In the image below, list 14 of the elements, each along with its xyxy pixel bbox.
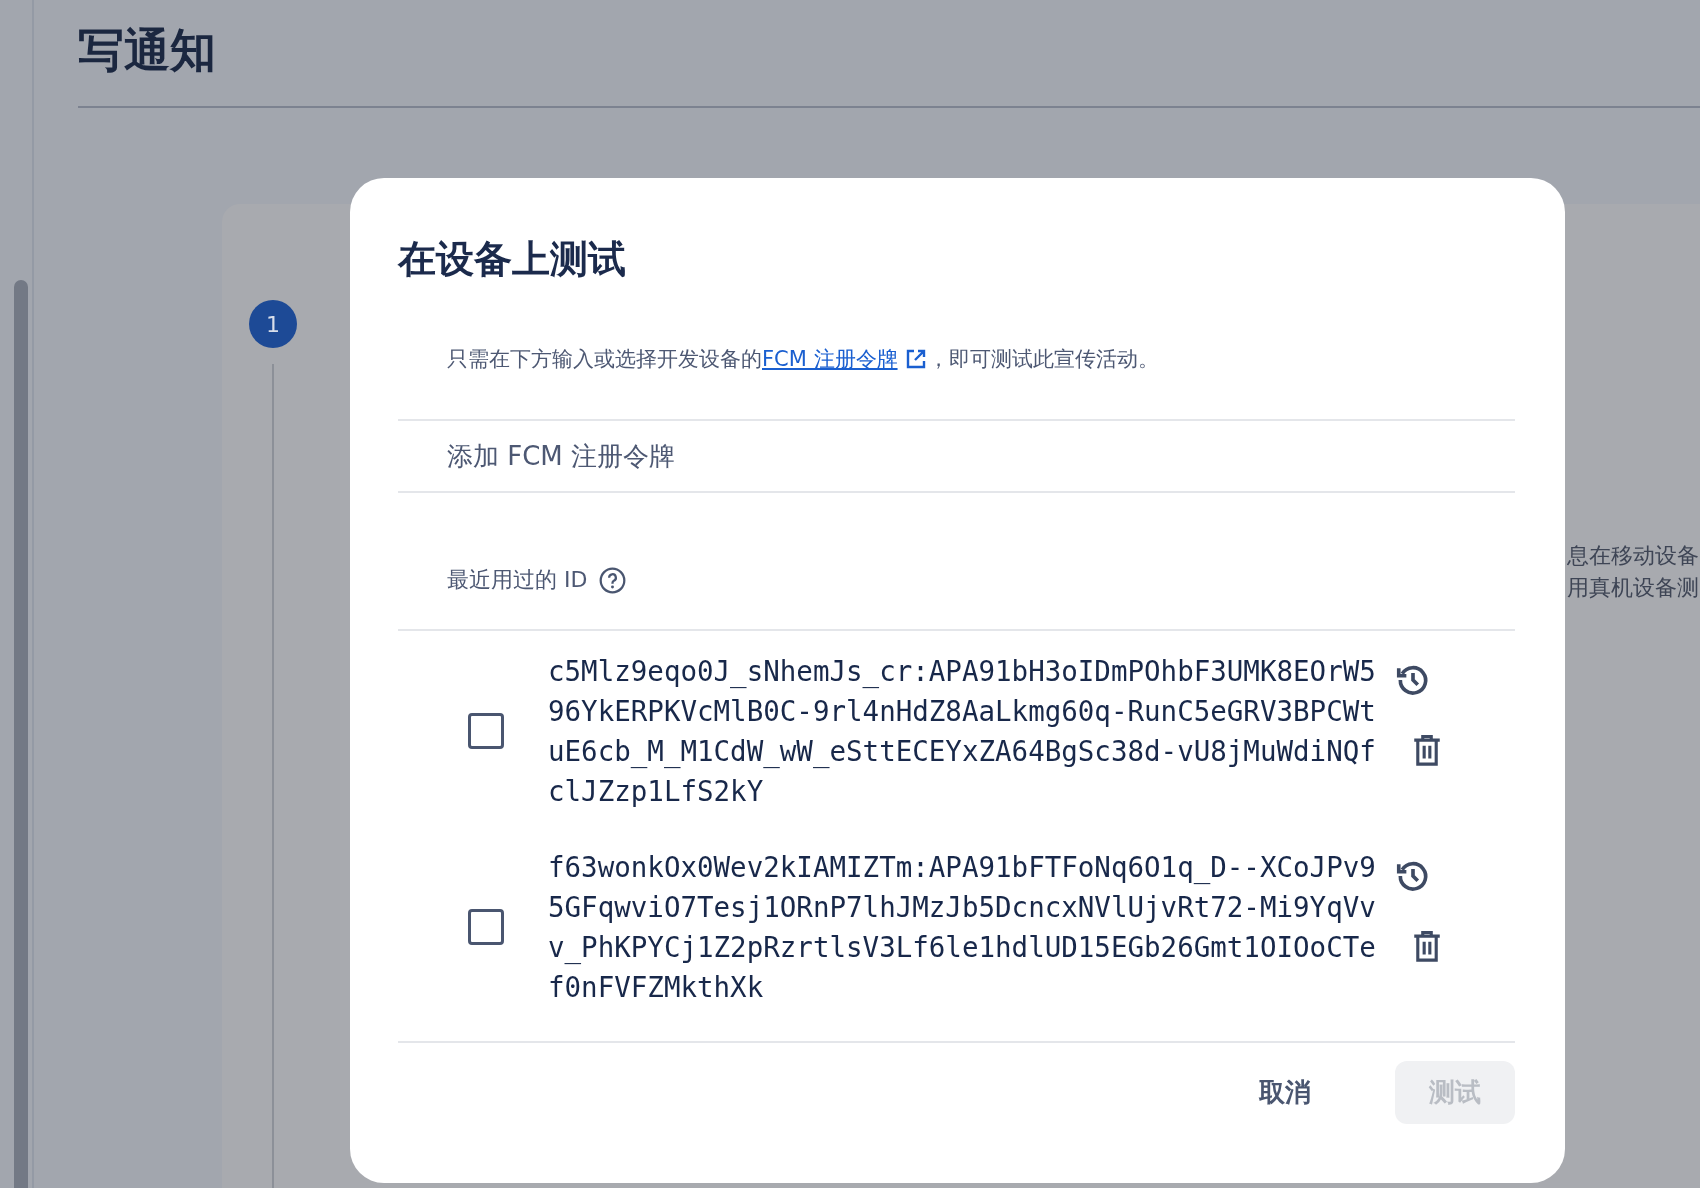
hint-text: 息在移动设备 (1567, 542, 1700, 570)
token-text: f63wonkOx0Wev2kIAMIZTm:APA91bFTFoNq6O1q_D--XCoJPv95GFqwviO7Tesj1ORnP7lhJMzJb5DcncxNVlUjvRt72-Mi9YqVvv_PhKPYCj1Z2pRzrtlsV3Lf6le1hdlUD15EGb26Gmt1OIOoCTef0nFVFZMkthXk (548, 850, 1376, 1005)
hint-text: 用真机设备测 (1567, 574, 1700, 602)
description-text: 只需在下方输入或选择开发设备的FCM 注册令牌 ，即可测试此宣传活动。 (447, 346, 1160, 373)
dialog-title: 在设备上测试 (398, 236, 627, 283)
help-icon[interactable] (599, 566, 627, 594)
token-text: c5Mlz9eqo0J_sNhemJs_cr:APA91bH3oIDmPOhbF3UMK8EOrW596YkERPKVcMlB0C-9rl4nHdZ8AaLkmg60q-RunC5eGRV3BPCWtuE6cb_M_M1CdW_wW_eSttECEYxZA64BgSc38d-vU8jMuWdiNQfclJZzp1LfS2kY (548, 654, 1376, 809)
checkbox[interactable] (468, 713, 504, 749)
recent-ids-label: 最近用过的 ID (447, 566, 588, 594)
token-link[interactable]: FCM 注册令牌 (762, 347, 928, 371)
scrollbar[interactable] (14, 280, 28, 1188)
step-number: 1 (249, 300, 297, 348)
checkbox[interactable] (468, 909, 504, 945)
page-title: 写通知 (78, 22, 217, 79)
